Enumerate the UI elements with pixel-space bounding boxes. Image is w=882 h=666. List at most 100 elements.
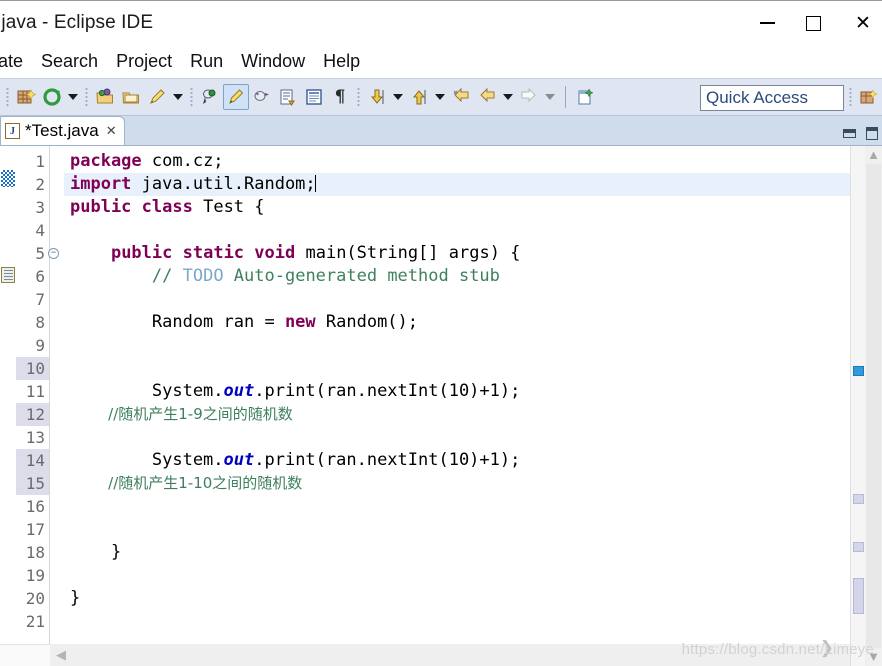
code-text-area[interactable]: package com.cz; import java.util.Random; p… <box>64 146 850 666</box>
maximize-view-icon[interactable] <box>866 127 878 140</box>
external-tools-icon[interactable] <box>249 84 275 110</box>
editor-view-controls <box>843 127 878 140</box>
code-token: TODO <box>182 266 224 286</box>
save-icon[interactable] <box>118 84 144 110</box>
new-java-file-icon[interactable] <box>573 84 599 110</box>
code-token: //随机产生1-9之间的随机数 <box>70 405 293 423</box>
menu-item-run[interactable]: Run <box>181 49 232 74</box>
line-number: 6 <box>35 267 45 286</box>
scroll-up-arrow-icon[interactable]: ▲ <box>867 146 880 164</box>
menu-item-window[interactable]: Window <box>232 49 314 74</box>
open-perspective-icon[interactable] <box>856 84 882 110</box>
code-line[interactable] <box>64 357 850 380</box>
line-number: 13 <box>25 428 45 447</box>
overview-ruler[interactable] <box>850 146 865 666</box>
close-tab-icon[interactable]: ✕ <box>106 123 117 139</box>
code-line[interactable]: //随机产生1-9之间的随机数 <box>64 403 850 426</box>
line-number: 21 <box>25 612 45 631</box>
horizontal-scrollbar[interactable]: ◀ <box>50 644 850 666</box>
annotation-mark[interactable] <box>853 578 864 614</box>
code-line[interactable] <box>64 288 850 311</box>
refresh-dropdown-caret[interactable] <box>65 84 81 110</box>
quick-access-input[interactable]: Quick Access <box>700 85 844 111</box>
code-token: .print(ran.nextInt(10)+1); <box>254 381 521 401</box>
code-line[interactable] <box>64 495 850 518</box>
code-token: package <box>70 151 142 171</box>
window-controls: ✕ <box>744 1 882 45</box>
code-line[interactable]: public static void main(String[] args) { <box>64 242 850 265</box>
scroll-down-arrow-icon[interactable]: ▼ <box>867 648 880 666</box>
text-caret <box>314 175 317 192</box>
code-line[interactable] <box>64 564 850 587</box>
forward-icon[interactable] <box>516 84 542 110</box>
code-token: import <box>70 174 132 194</box>
chevron-down-icon <box>393 94 403 100</box>
code-line[interactable] <box>64 219 850 242</box>
next-annotation-icon[interactable] <box>364 84 390 110</box>
menu-item-search[interactable]: Search <box>32 49 107 74</box>
run-icon[interactable] <box>223 84 249 110</box>
code-token: .print(ran.nextInt(10)+1); <box>254 450 521 470</box>
code-line[interactable] <box>64 518 850 541</box>
pencil-icon[interactable] <box>144 84 170 110</box>
pilcrow-icon[interactable]: ¶ <box>327 84 353 110</box>
current-position-mark[interactable] <box>853 366 864 376</box>
open-folder-icon[interactable] <box>92 84 118 110</box>
previous-annotation-caret[interactable] <box>432 84 448 110</box>
close-button[interactable]: ✕ <box>836 1 882 45</box>
menu-item-help[interactable]: Help <box>314 49 369 74</box>
code-folding-column[interactable] <box>50 146 64 666</box>
open-type-icon[interactable] <box>275 84 301 110</box>
save-dropdown-caret[interactable] <box>170 84 186 110</box>
forward-dropdown-caret[interactable] <box>542 84 558 110</box>
last-edit-location-icon[interactable] <box>448 84 474 110</box>
code-line[interactable] <box>64 334 850 357</box>
line-number: 8 <box>35 313 45 332</box>
maximize-button[interactable] <box>790 1 836 45</box>
editor-tab-test-java[interactable]: J *Test.java ✕ <box>0 116 125 145</box>
vertical-scrollbar[interactable]: ▲ ▼ <box>865 146 882 666</box>
back-dropdown-caret[interactable] <box>500 84 516 110</box>
new-wizard-icon[interactable] <box>13 84 39 110</box>
code-token: } <box>70 588 81 608</box>
code-line[interactable]: //随机产生1-10之间的随机数 <box>64 472 850 495</box>
toolbar-separator <box>849 87 852 107</box>
code-line[interactable]: System.out.print(ran.nextInt(10)+1); <box>64 380 850 403</box>
code-line[interactable]: } <box>64 587 850 610</box>
code-line[interactable]: System.out.print(ran.nextInt(10)+1); <box>64 449 850 472</box>
annotation-mark[interactable] <box>853 542 864 552</box>
code-line[interactable]: Random ran = new Random(); <box>64 311 850 334</box>
code-token: System. <box>70 381 224 401</box>
code-line[interactable]: } <box>64 541 850 564</box>
editor-tabbar: J *Test.java ✕ <box>0 116 882 146</box>
code-line[interactable] <box>64 426 850 449</box>
todo-task-marker-icon[interactable] <box>1 267 15 283</box>
code-token: Random(); <box>315 312 419 332</box>
code-token: main(String[] args) { <box>295 243 521 263</box>
chevron-down-icon <box>173 94 183 100</box>
next-annotation-caret[interactable] <box>390 84 406 110</box>
scroll-left-arrow-icon[interactable]: ◀ <box>56 647 66 663</box>
annotation-mark[interactable] <box>853 494 864 504</box>
code-line[interactable]: public class Test { <box>64 196 850 219</box>
previous-annotation-icon[interactable] <box>406 84 432 110</box>
import-marker-icon[interactable] <box>1 170 15 187</box>
code-line[interactable]: import java.util.Random; <box>64 173 850 196</box>
code-token: //随机产生1-10之间的随机数 <box>70 474 303 492</box>
minimize-button[interactable] <box>744 1 790 45</box>
menu-item-navigate[interactable]: ate <box>0 49 32 74</box>
fold-collapse-icon[interactable]: − <box>48 248 59 259</box>
minimize-view-icon[interactable] <box>843 129 856 138</box>
code-line[interactable]: package com.cz; <box>64 150 850 173</box>
menu-item-project[interactable]: Project <box>107 49 181 74</box>
debug-icon[interactable] <box>197 84 223 110</box>
refresh-icon[interactable] <box>39 84 65 110</box>
code-line[interactable]: // TODO Auto-generated method stub <box>64 265 850 288</box>
back-icon[interactable] <box>474 84 500 110</box>
editor-marker-gutter[interactable] <box>0 146 16 666</box>
vertical-scroll-track[interactable] <box>866 164 881 648</box>
console-icon[interactable] <box>301 84 327 110</box>
code-line[interactable] <box>64 610 850 633</box>
